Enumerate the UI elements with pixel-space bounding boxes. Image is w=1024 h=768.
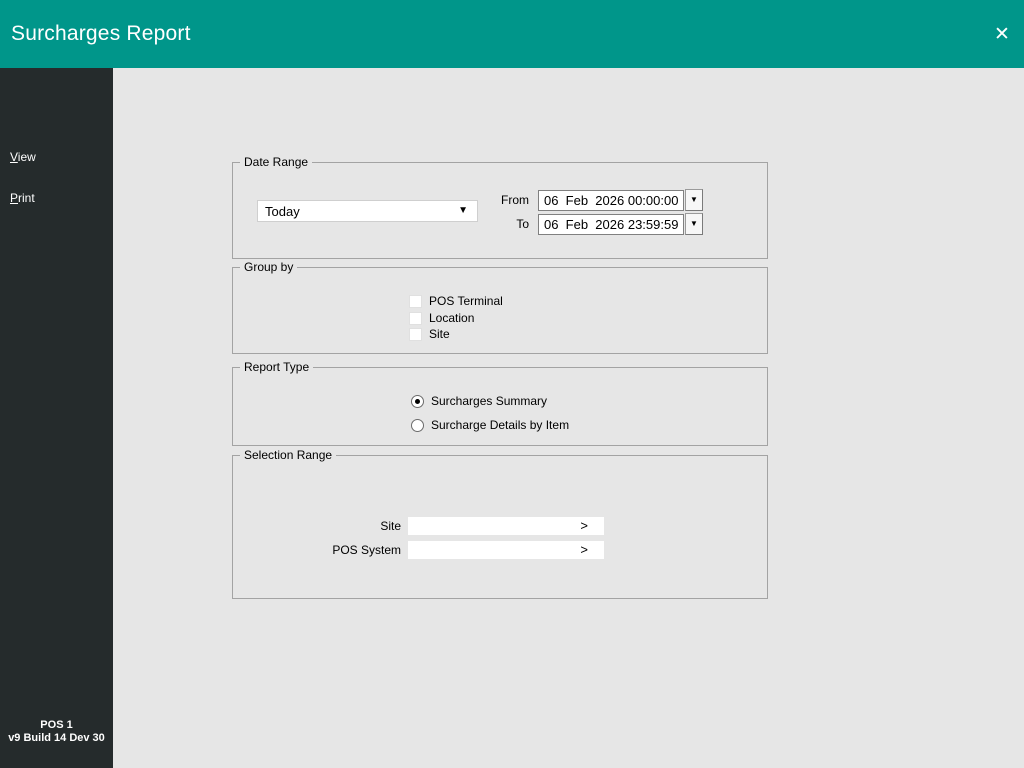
title-bar: Surcharges Report ✕	[0, 0, 1024, 68]
page-title: Surcharges Report	[11, 22, 191, 45]
picker-arrow-icon: >	[580, 542, 588, 557]
checkbox-row-location[interactable]: Location	[409, 311, 474, 325]
date-preset-dropdown[interactable]: Today ▼	[257, 200, 478, 222]
main-panel: Date Range Today ▼ From 06 Feb 2026 00:0…	[113, 68, 1024, 768]
date-preset-value: Today	[265, 203, 300, 219]
picker-arrow-icon: >	[580, 518, 588, 533]
date-range-groupbox: Date Range Today ▼ From 06 Feb 2026 00:0…	[232, 155, 768, 259]
pos-system-selector-field[interactable]: >	[408, 541, 604, 559]
pos-terminal-checkbox[interactable]	[409, 294, 422, 308]
location-checkbox[interactable]	[409, 311, 422, 325]
site-label: Site	[429, 327, 450, 341]
from-date-field[interactable]: 06 Feb 2026 00:00:00	[538, 190, 684, 211]
sidebar-item-print[interactable]: Print	[10, 191, 35, 205]
surcharge-details-label: Surcharge Details by Item	[431, 418, 570, 432]
surcharges-summary-label: Surcharges Summary	[431, 394, 548, 408]
pos-terminal-label: POS Terminal	[429, 294, 503, 308]
date-range-legend: Date Range	[240, 155, 313, 170]
report-type-groupbox: Report Type Surcharges Summary Surcharge…	[232, 360, 768, 446]
view-label-rest: iew	[17, 150, 36, 164]
radio-row-surcharge-details[interactable]: Surcharge Details by Item	[411, 418, 569, 432]
print-accesskey: P	[10, 191, 19, 205]
group-by-groupbox: Group by POS Terminal Location Site	[232, 260, 768, 354]
site-checkbox[interactable]	[409, 327, 422, 341]
pos-name: POS 1	[40, 719, 73, 731]
to-date-dropdown-button[interactable]: ▼	[685, 213, 703, 235]
version-info: POS 1 v9 Build 14 Dev 30	[0, 719, 113, 745]
sidebar-item-view[interactable]: View	[10, 150, 36, 164]
from-label: From	[501, 193, 529, 207]
pos-system-field-label: POS System	[332, 543, 401, 557]
print-label-rest: rint	[18, 191, 35, 205]
report-type-legend: Report Type	[240, 360, 314, 375]
view-accesskey: V	[10, 150, 18, 164]
location-label: Location	[429, 311, 475, 325]
chevron-down-icon: ▼	[690, 195, 698, 204]
group-by-legend: Group by	[240, 260, 298, 275]
close-icon: ✕	[994, 23, 1010, 45]
surcharges-summary-radio[interactable]	[411, 394, 424, 408]
radio-row-surcharges-summary[interactable]: Surcharges Summary	[411, 394, 547, 408]
surcharge-details-radio[interactable]	[411, 418, 424, 432]
site-field-label: Site	[380, 519, 401, 533]
checkbox-row-site[interactable]: Site	[409, 327, 450, 341]
from-date-dropdown-button[interactable]: ▼	[685, 189, 703, 211]
build-version: v9 Build 14 Dev 30	[8, 732, 105, 744]
checkbox-row-pos-terminal[interactable]: POS Terminal	[409, 294, 503, 308]
chevron-down-icon: ▼	[690, 219, 698, 228]
to-date-field[interactable]: 06 Feb 2026 23:59:59	[538, 214, 684, 235]
sidebar: View Print POS 1 v9 Build 14 Dev 30	[0, 68, 113, 768]
site-selector-field[interactable]: >	[408, 517, 604, 535]
to-label: To	[516, 217, 529, 231]
close-button[interactable]: ✕	[985, 17, 1019, 51]
selection-range-groupbox: Selection Range Site > POS System >	[232, 448, 768, 599]
selection-range-legend: Selection Range	[240, 448, 337, 463]
